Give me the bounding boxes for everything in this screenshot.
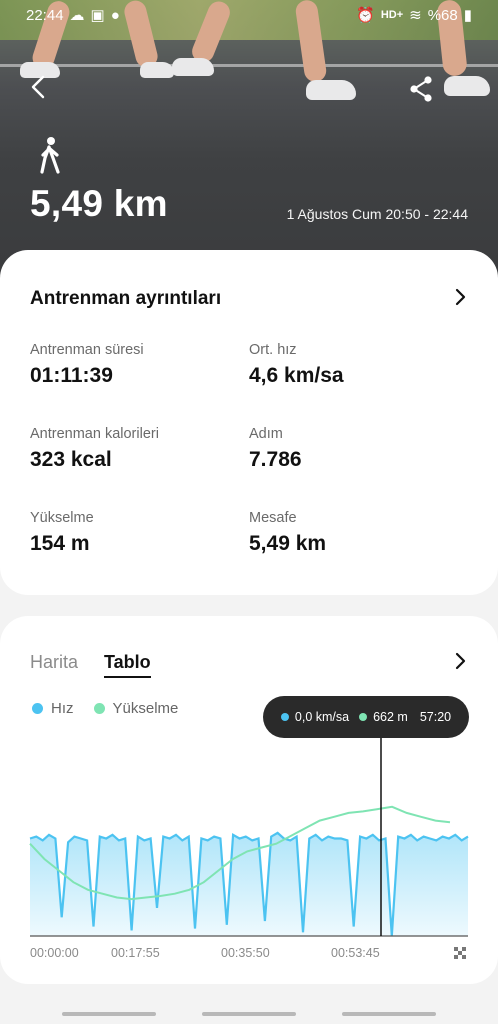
battery-label: %68 bbox=[427, 6, 458, 24]
details-title: Antrenman ayrıntıları bbox=[30, 288, 222, 309]
stat-steps: Adım 7.786 bbox=[249, 426, 302, 472]
alarm-icon: ⏰ bbox=[356, 7, 375, 24]
stat-duration: Antrenman süresi 01:11:39 bbox=[30, 342, 144, 388]
stat-distance: Mesafe 5,49 km bbox=[249, 510, 326, 556]
stat-value: 4,6 km/sa bbox=[249, 364, 344, 387]
tooltip-elevation: 662 m bbox=[373, 710, 408, 724]
battery-icon: ▮ bbox=[463, 7, 472, 24]
x-tick-label: 00:17:55 bbox=[111, 946, 160, 960]
stat-elevation: Yükselme 154 m bbox=[30, 510, 94, 556]
stat-label: Adım bbox=[249, 426, 283, 442]
hero-runner-shoe bbox=[306, 80, 356, 100]
x-tick-label: 00:00:00 bbox=[30, 946, 79, 960]
stat-value: 01:11:39 bbox=[30, 364, 113, 387]
stat-label: Ort. hız bbox=[249, 342, 297, 358]
hero-road-line bbox=[0, 64, 498, 67]
hero-runner-shoe bbox=[444, 76, 490, 96]
stat-value: 5,49 km bbox=[249, 532, 327, 555]
gallery-icon: ▣ bbox=[90, 7, 105, 24]
stat-label: Antrenman süresi bbox=[30, 342, 144, 358]
stat-avg-speed: Ort. hız 4,6 km/sa bbox=[249, 342, 344, 388]
tooltip-speed: 0,0 km/sa bbox=[294, 710, 350, 724]
stat-label: Yükselme bbox=[30, 510, 94, 526]
graph-card: Harita Tablo Hız Yükselme 0,0 km/sa 662 … bbox=[0, 616, 498, 984]
speed-dot bbox=[280, 713, 289, 721]
status-bar: 22:44 ☁ ▣ ● ⏰ HD+ ≋ %68 ▮ bbox=[26, 4, 472, 26]
network-label: HD+ bbox=[380, 9, 404, 21]
nav-recent-apps[interactable] bbox=[62, 1012, 156, 1016]
user-icon: ● bbox=[110, 6, 120, 24]
walking-icon bbox=[34, 136, 66, 174]
chevron-right-icon[interactable] bbox=[451, 288, 469, 306]
workout-details-card: Antrenman ayrıntıları Antrenman süresi 0… bbox=[0, 250, 498, 595]
stat-calories: Antrenman kalorileri 323 kcal bbox=[30, 426, 159, 472]
wifi-icon: ≋ bbox=[409, 7, 422, 24]
finish-flag-icon bbox=[454, 947, 466, 959]
tooltip-time: 57:20 bbox=[419, 710, 452, 724]
stat-label: Mesafe bbox=[249, 510, 297, 526]
hero-runner-shoe bbox=[140, 62, 174, 78]
back-button[interactable] bbox=[22, 70, 56, 104]
stat-value: 323 kcal bbox=[30, 448, 112, 471]
stat-label: Antrenman kalorileri bbox=[30, 426, 159, 442]
stat-value: 7.786 bbox=[249, 448, 302, 471]
cloud-icon: ☁ bbox=[69, 7, 85, 24]
hero-runner-shoe bbox=[172, 58, 214, 76]
elevation-dot bbox=[359, 713, 368, 721]
share-icon bbox=[410, 76, 432, 102]
workout-chart[interactable] bbox=[0, 616, 498, 976]
x-tick-label: 00:35:50 bbox=[221, 946, 270, 960]
chart-tooltip: 0,0 km/sa 662 m 57:20 bbox=[263, 696, 469, 738]
distance-value: 5,49 km bbox=[30, 183, 168, 224]
x-tick-label: 00:53:45 bbox=[331, 946, 380, 960]
system-nav-bar bbox=[0, 1010, 498, 1024]
status-time: 22:44 bbox=[26, 6, 64, 24]
nav-home[interactable] bbox=[202, 1012, 296, 1016]
stat-value: 154 m bbox=[30, 532, 90, 555]
chevron-left-icon bbox=[31, 75, 45, 99]
nav-back[interactable] bbox=[342, 1012, 436, 1016]
hero-photo: 22:44 ☁ ▣ ● ⏰ HD+ ≋ %68 ▮ 5,49 km 1 Ağus… bbox=[0, 0, 498, 290]
share-button[interactable] bbox=[404, 72, 438, 106]
workout-date-range: 1 Ağustos Cum 20:50 - 22:44 bbox=[286, 206, 468, 222]
